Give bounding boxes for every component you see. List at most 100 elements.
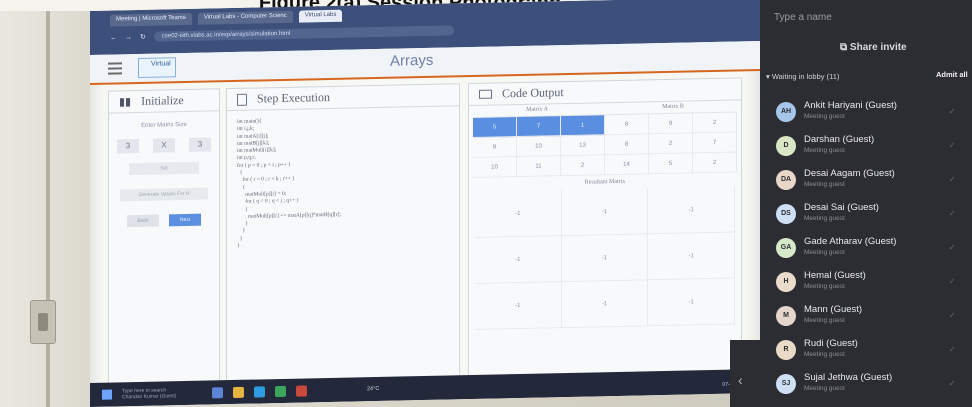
lobby-guest[interactable]: AH Ankit Hariyani (Guest) Meeting guest ✓ [776, 100, 966, 130]
initialize-title: Initialize [141, 93, 184, 108]
lobby-guest[interactable]: D Darshan (Guest) Meeting guest ✓ [776, 134, 966, 164]
lobby-guest[interactable]: GA Gade Atharav (Guest) Meeting guest ✓ [776, 236, 966, 266]
guest-role: Meeting guest [804, 385, 845, 392]
admit-check-icon[interactable]: ✓ [948, 174, 956, 185]
step-execution-panel: Step Execution int main(){ int i,j,k; in… [226, 83, 460, 389]
matrix-b-cell: 9 [649, 113, 693, 135]
result-cell: -1 [648, 278, 735, 327]
lobby-guest[interactable]: DS Desai Sai (Guest) Meeting guest ✓ [776, 202, 966, 232]
matrix-a-cell: 7 [517, 116, 561, 138]
cols-input[interactable]: 3 [189, 137, 211, 152]
avatar: H [776, 272, 796, 292]
guest-role: Meeting guest [804, 317, 845, 324]
chrome-icon[interactable] [275, 385, 286, 397]
back-arrow-icon[interactable]: ← [110, 34, 117, 41]
address-row: ← → ↻ cse02-iiith.vlabs.ac.in/exp/arrays… [110, 23, 454, 44]
chevron-left-icon[interactable]: ‹ [738, 372, 743, 388]
admit-all-button[interactable]: Admit all [936, 70, 968, 79]
edge-icon[interactable] [254, 385, 265, 398]
avatar: GA [776, 238, 796, 258]
matrix-a-cell: 5 [473, 117, 517, 138]
folder-icon[interactable] [233, 386, 244, 398]
matrix-b-cell: 5 [649, 153, 693, 175]
browser-tabs: Meeting | Microsoft Teams Virtual Labs -… [110, 9, 343, 27]
generate-values-button[interactable]: Generate Values For N [120, 187, 208, 202]
bezel [730, 340, 760, 407]
reload-icon[interactable]: ↻ [140, 33, 146, 41]
app-icon[interactable] [296, 384, 307, 397]
address-bar[interactable]: cse02-iiith.vlabs.ac.in/exp/arrays/simul… [153, 25, 454, 42]
admit-check-icon[interactable]: ✓ [948, 106, 956, 117]
result-cell: -1 [475, 236, 562, 284]
admit-check-icon[interactable]: ✓ [948, 310, 956, 321]
teams-participants-panel: Type a name ⧉ Share invite ▾ Waiting in … [760, 0, 972, 407]
initialize-panel: ▮▮ Initialize Enter Matrix Size 3 X 3 Se… [108, 88, 220, 391]
taskbar-search[interactable]: Type here to search Chandan Kumar (Guest… [122, 387, 202, 401]
wall [0, 11, 90, 407]
result-cell: -1 [648, 186, 735, 235]
matrix-a-cell: 2 [561, 155, 605, 177]
share-invite-button[interactable]: ⧉ Share invite [840, 42, 907, 53]
avatar: DA [776, 170, 796, 190]
hamburger-menu-icon[interactable] [108, 62, 122, 75]
lobby-guest[interactable]: H Hemal (Guest) Meeting guest ✓ [776, 270, 966, 300]
avatar: M [776, 306, 796, 326]
lobby-guest[interactable]: M Mann (Guest) Meeting guest ✓ [776, 304, 966, 334]
vlabs-logo[interactable]: Virtual [138, 57, 176, 78]
matrix-a-cell: 8 [473, 137, 517, 158]
guest-name: Darshan (Guest) [804, 134, 875, 145]
chevron-down-icon: ▾ [766, 72, 770, 81]
windows-start-icon[interactable] [102, 389, 112, 400]
admit-check-icon[interactable]: ✓ [948, 378, 956, 389]
admit-check-icon[interactable]: ✓ [948, 344, 956, 355]
lobby-guest[interactable]: R Rudi (Guest) Meeting guest ✓ [776, 338, 966, 368]
code-output-header: Code Output [469, 78, 741, 107]
matrix-ab-grid: 5 7 1 8 9 2 8 10 13 8 2 7 10 11 2 14 5 2 [473, 111, 737, 178]
projected-screen: Meeting | Microsoft Teams Virtual Labs -… [90, 0, 760, 407]
back-button[interactable]: Back [127, 214, 159, 228]
forward-arrow-icon[interactable]: → [125, 34, 132, 41]
result-cell: -1 [561, 280, 649, 329]
resultant-matrix-grid: -1 -1 -1 -1 -1 -1 -1 -1 -1 [475, 186, 735, 330]
share-invite-label: Share invite [849, 42, 907, 53]
lobby-header[interactable]: ▾ Waiting in lobby (11) [766, 72, 839, 81]
taskbar-user: Chandan Kumar (Guest) [122, 393, 177, 401]
step-execution-title: Step Execution [257, 89, 330, 106]
teams-icon[interactable] [212, 386, 223, 398]
invite-name-input[interactable]: Type a name [774, 12, 832, 23]
guest-name: Ankit Hariyani (Guest) [804, 100, 897, 111]
browser-tab[interactable]: Virtual Labs - Computer Scienc [197, 10, 293, 25]
matrix-b-cell: 8 [605, 114, 649, 136]
bar-chart-icon: ▮▮ [119, 96, 132, 109]
result-cell: -1 [561, 234, 649, 283]
monitor-icon [479, 89, 492, 99]
browser-tab[interactable]: Meeting | Microsoft Teams [110, 12, 192, 27]
admit-check-icon[interactable]: ✓ [948, 140, 956, 151]
guest-role: Meeting guest [804, 283, 845, 290]
admit-check-icon[interactable]: ✓ [948, 242, 956, 253]
result-cell: -1 [648, 232, 735, 281]
next-button[interactable]: Next [169, 213, 201, 227]
matrix-b-cell: 14 [605, 154, 649, 176]
matrix-b-cell: 2 [693, 152, 737, 174]
matrix-a-cell: 10 [517, 136, 561, 158]
matrix-a-cell: 10 [473, 157, 517, 178]
avatar: R [776, 340, 796, 360]
session-photograph: Figure 2(a) Session Photograph Meeting |… [0, 0, 972, 407]
guest-name: Hemal (Guest) [804, 270, 866, 281]
set-button[interactable]: Set [129, 161, 199, 176]
rows-input[interactable]: 3 [117, 138, 139, 154]
matrix-b-cell: 8 [605, 134, 649, 156]
avatar: DS [776, 204, 796, 224]
guest-role: Meeting guest [804, 249, 845, 256]
code-output-panel: Code Output Matrix A Matrix B 5 7 1 8 9 2 8 10 1… [468, 77, 742, 384]
code-output-title: Code Output [502, 85, 564, 101]
page-title: Arrays [390, 51, 434, 70]
lobby-guest[interactable]: SJ Sujal Jethwa (Guest) Meeting guest ✓ [776, 372, 966, 402]
guest-name: Mann (Guest) [804, 304, 863, 315]
lobby-guest[interactable]: DA Desai Aagam (Guest) Meeting guest ✓ [776, 168, 966, 198]
browser-tab-active[interactable]: Virtual Labs [298, 9, 343, 23]
matrix-a-cell: 1 [561, 115, 605, 137]
admit-check-icon[interactable]: ✓ [948, 208, 956, 219]
admit-check-icon[interactable]: ✓ [948, 276, 956, 287]
